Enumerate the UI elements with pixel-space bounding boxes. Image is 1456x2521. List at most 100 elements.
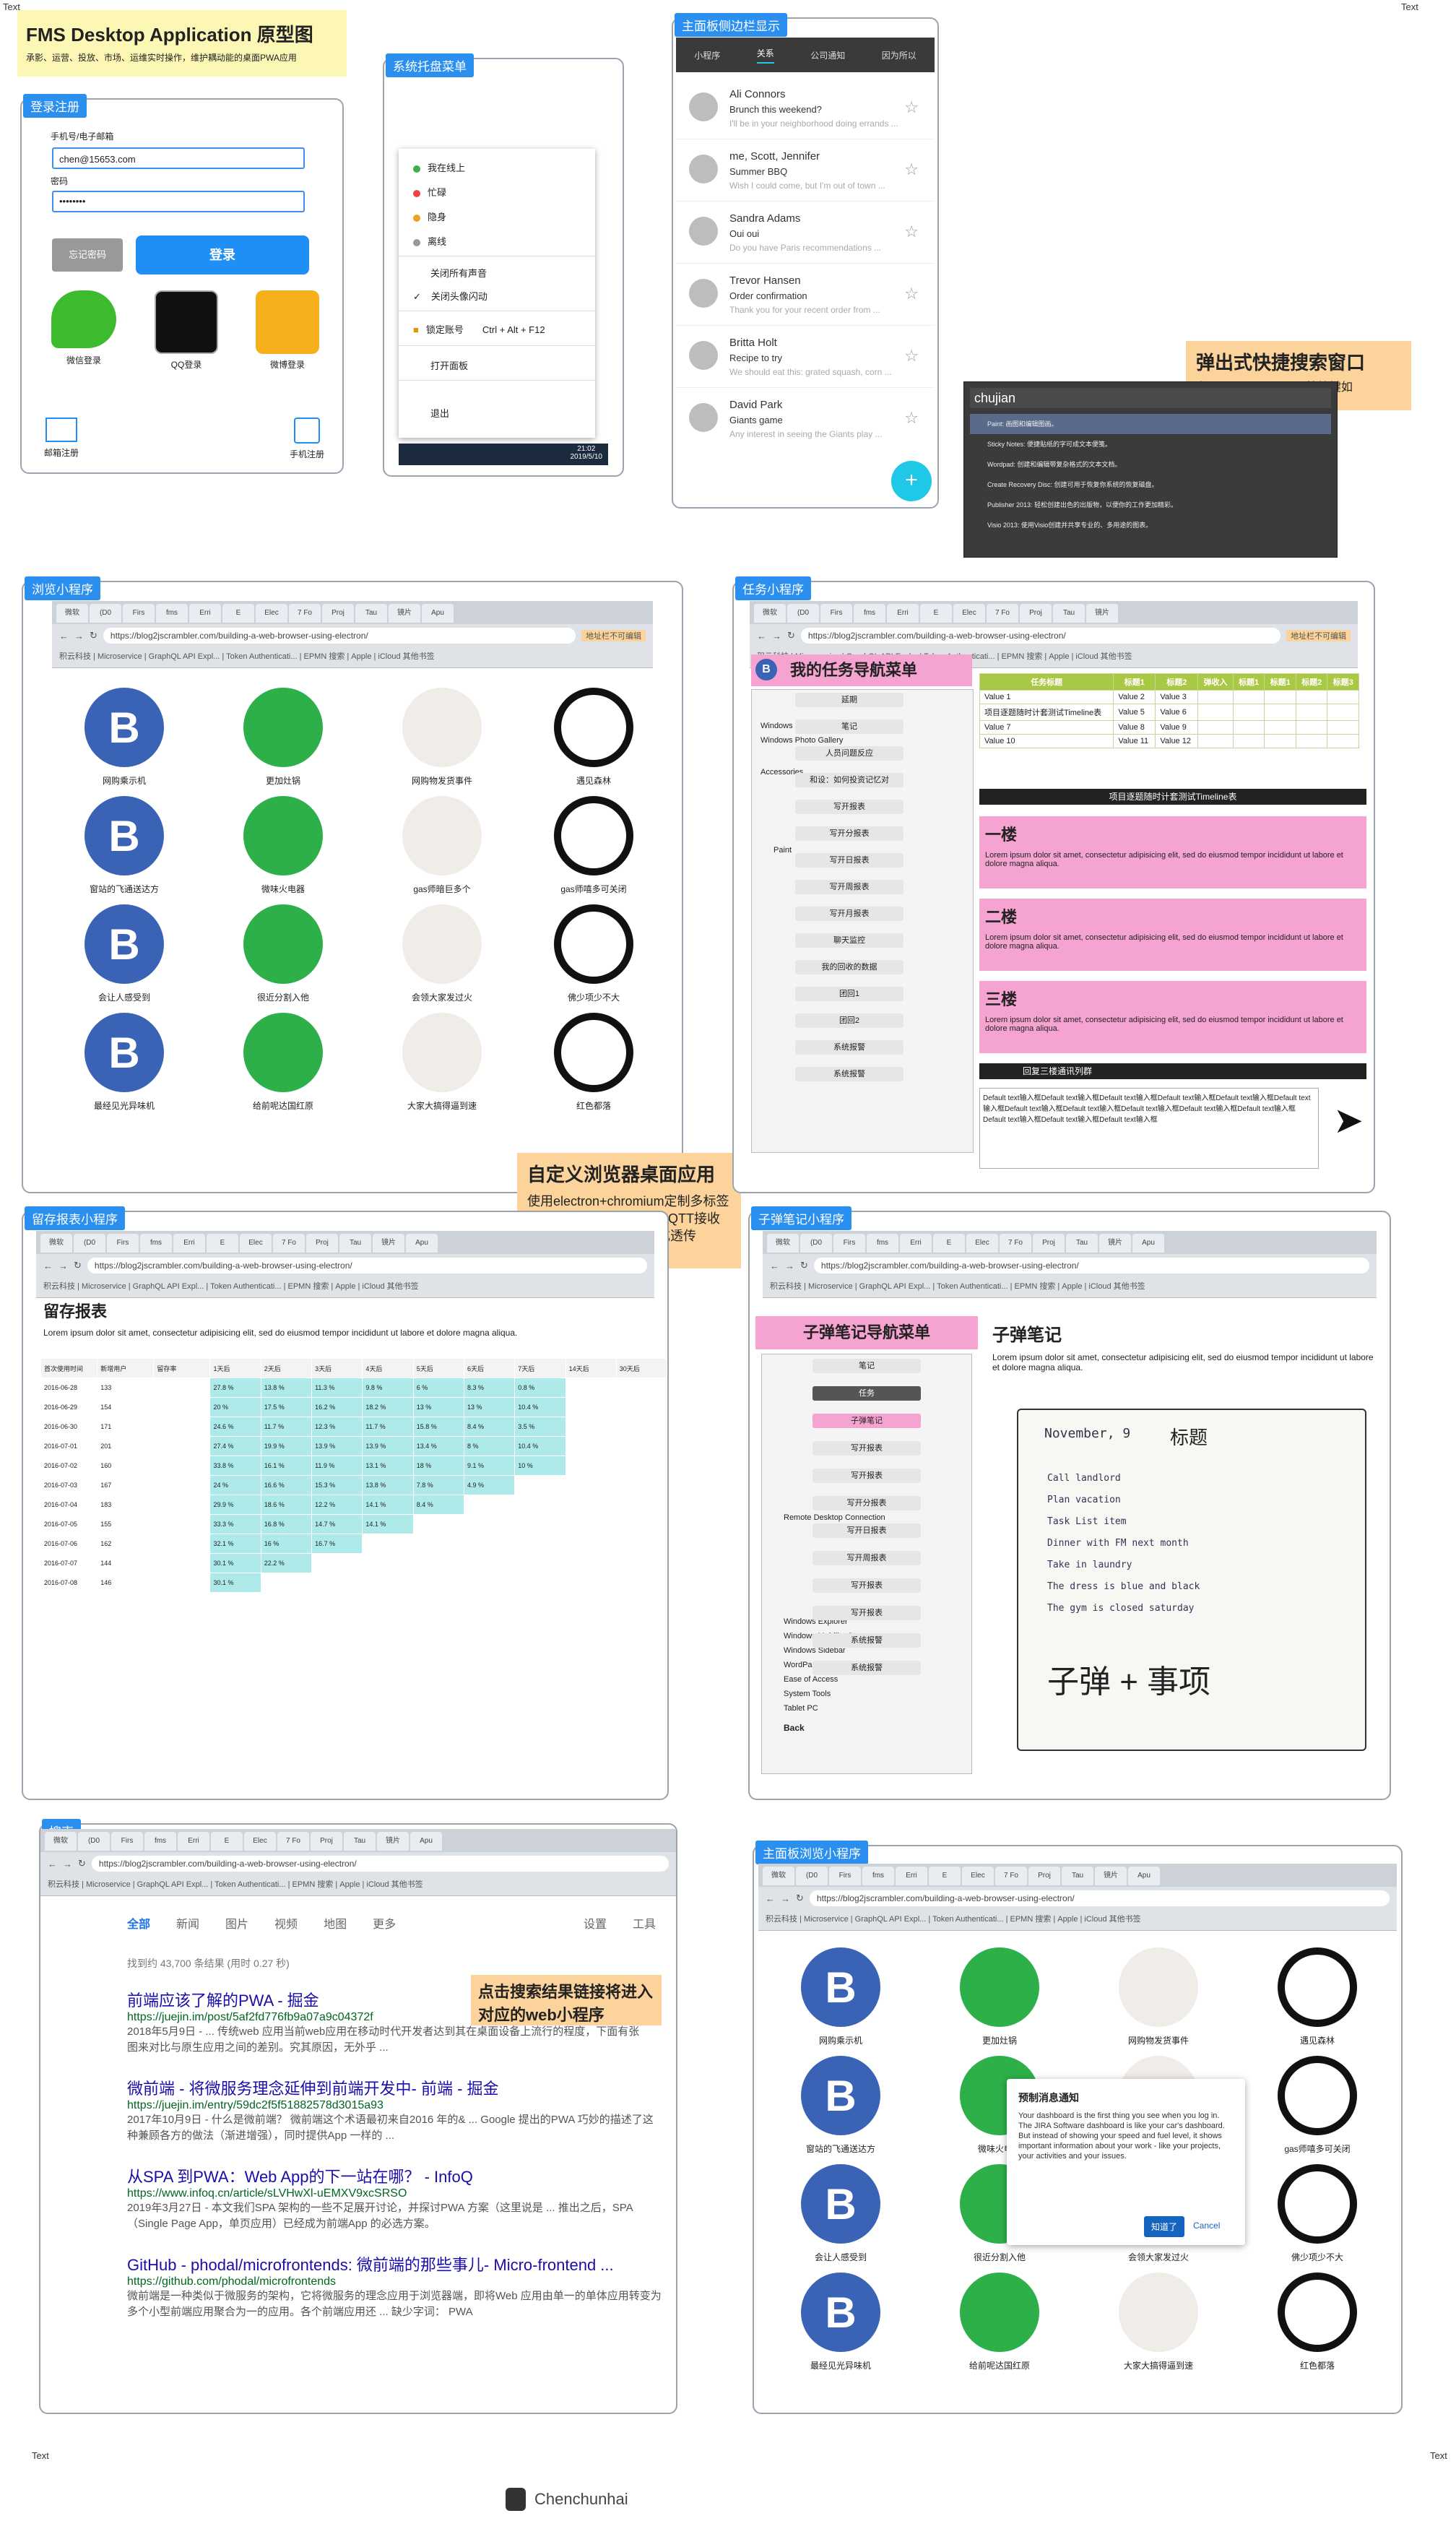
tab-relations[interactable]: 关系 [756,47,774,64]
menu-button[interactable]: 人员问题反应 [795,746,904,761]
miniapp-item[interactable]: 遇见森林 [1252,1947,1382,2046]
menu-button[interactable]: 写开报表 [812,1469,921,1483]
miniapp-item[interactable]: 红色都落 [1252,2273,1382,2371]
tab-miniapps[interactable]: 小程序 [694,49,720,61]
menu-button[interactable]: 笔记 [795,719,904,734]
table-row[interactable]: Value 7 Value 8 Value 9 [979,720,1359,735]
menu-button[interactable]: 写开报表 [812,1578,921,1593]
table-row[interactable]: 2016-07-08 146 30.1 % [40,1573,668,1593]
search-result[interactable]: 前端应该了解的PWA - 掘金 https://juejin.im/post/5a… [127,1988,662,2056]
miniapp-item[interactable]: B 会让人感受到 [59,904,189,1003]
table-row[interactable]: Value 10 Value 11 Value 12 [979,734,1359,748]
phone-register[interactable]: 手机注册 [282,418,332,460]
tab-all[interactable]: 全部 [127,1914,150,1932]
menu-lock[interactable]: ■ 锁定账号 Ctrl + Alt + F12 [413,322,545,336]
miniapp-item[interactable]: B 窗站的飞通送达方 [59,796,189,895]
menu-busy[interactable]: 忙碌 [413,185,446,199]
list-item[interactable]: Trevor Hansen Order confirmation Thank you… [676,263,935,326]
popup-ok-button[interactable]: 知道了 [1144,2216,1185,2237]
tab-maps[interactable]: 地图 [324,1914,347,1932]
tab[interactable]: (D0 [90,604,121,623]
menu-open-panel[interactable]: 打开面板 [430,358,468,372]
address-bar[interactable]: https://blog2jscrambler.com/building-a-w… [809,1890,1390,1906]
menu-offline[interactable]: 离线 [413,234,446,248]
tab[interactable]: Erri [189,604,221,623]
miniapp-item[interactable]: B 窗站的飞通送达方 [776,2056,906,2155]
tab[interactable]: E [222,604,254,623]
list-item[interactable]: Publisher 2013: 轻松创建出色的出版物，以便你的工作更加精彩。 [970,495,1331,515]
menu-button[interactable]: 系统报警 [795,1040,904,1055]
menu-button[interactable]: 我的回收的数据 [795,960,904,974]
tab[interactable]: Proj [322,604,354,623]
tab-images[interactable]: 图片 [225,1914,248,1932]
menu-button[interactable]: 团回2 [795,1013,904,1028]
miniapp-item[interactable]: 微味火电器 [218,796,348,895]
address-bar[interactable]: https://blog2jscrambler.com/building-a-w… [87,1258,647,1274]
table-row[interactable]: 2016-07-02 160 33.8 % 16.1 % 11.9 % 13.1 % 18 … [40,1456,668,1476]
table-row[interactable]: 2016-07-04 183 29.9 % 18.6 % 12.2 % 14.1 % 8.4… [40,1495,668,1515]
menu-button[interactable]: 子弹笔记 [812,1414,921,1428]
miniapp-item[interactable]: 大家大搞得逼到速 [377,1013,507,1112]
list-item[interactable]: System Tools [784,1687,831,1701]
miniapp-item[interactable]: 网购物发货事件 [377,688,507,787]
menu-button[interactable]: 写开报表 [812,1441,921,1456]
menu-online[interactable]: 我在线上 [413,160,465,174]
miniapp-item[interactable]: 更加灶锅 [218,688,348,787]
miniapp-item[interactable]: 遇见森林 [529,688,659,787]
list-item[interactable]: Paint [774,843,792,857]
address-bar[interactable]: https://blog2jscrambler.com/building-a-w… [103,628,576,644]
password-input[interactable]: •••••••• [52,191,305,212]
table-row[interactable]: Value 1 Value 2 Value 3 [979,690,1359,704]
address-bar[interactable]: https://blog2jscrambler.com/building-a-w… [813,1258,1369,1274]
miniapp-item[interactable]: 佛少项少不大 [1252,2164,1382,2263]
miniapp-item[interactable]: B 网购乘示机 [776,1947,906,2046]
table-row[interactable]: 2016-07-06 162 32.1 % 16 % 16.7 % [40,1534,668,1554]
menu-button[interactable]: 写开日报表 [812,1523,921,1538]
menu-button[interactable]: 写开周报表 [812,1551,921,1565]
menu-button[interactable]: 系统报警 [812,1633,921,1648]
search-result[interactable]: GitHub - phodal/microfrontends: 微前端的那些事儿… [127,2252,662,2320]
list-item[interactable]: David Park Giants game Any interest in see… [676,387,935,449]
search-result[interactable]: 微前端 - 将微服务理念延伸到前端开发中- 前端 - 掘金 https://jue… [127,2076,662,2144]
tab[interactable]: Apu [422,604,454,623]
miniapp-item[interactable]: gas师暗巨多个 [377,796,507,895]
list-item[interactable]: Windows Photo Gallery [760,733,843,748]
tab[interactable]: 微软 [56,604,88,623]
menu-button[interactable]: 和设：如何投资记忆对 [795,773,904,787]
tab-settings[interactable]: 设置 [584,1914,607,1932]
popup-cancel-button[interactable]: Cancel [1193,2221,1220,2231]
menu-button[interactable]: 写开日报表 [795,853,904,868]
table-row[interactable]: 2016-07-05 155 33.3 % 16.8 % 14.7 % 14.1 % [40,1514,668,1534]
table-row[interactable]: 2016-07-07 144 30.1 % 22.2 % [40,1553,668,1573]
floor-card[interactable]: 一楼 Lorem ipsum dolor sit amet, consectet… [979,816,1366,888]
menu-button[interactable]: 团回1 [795,987,904,1001]
address-bar[interactable]: https://blog2jscrambler.com/building-a-w… [91,1856,669,1872]
weibo-login[interactable]: 微博登录 [251,290,324,371]
menu-button[interactable]: 系统报警 [795,1067,904,1081]
menu-button[interactable]: 系统报警 [812,1661,921,1675]
list-item[interactable]: Remote Desktop Connection [784,1510,885,1525]
table-row[interactable]: 2016-06-29 154 20 % 17.5 % 16.2 % 18.2 % 13 % 1… [40,1397,668,1417]
list-item[interactable]: Britta Holt Recipe to try We should eat th… [676,325,935,388]
table-row[interactable]: 2016-07-01 201 27.4 % 19.9 % 13.9 % 13.9 % 13.… [40,1436,668,1456]
list-item[interactable]: Create Recovery Disc: 创建可用于恢复你系统的恢复磁盘。 [970,475,1331,495]
forgot-button[interactable]: 忘记密码 [52,238,123,272]
miniapp-item[interactable]: 大家大搞得逼到速 [1093,2273,1223,2371]
tab[interactable]: Tau [355,604,387,623]
miniapp-item[interactable]: 很近分割入他 [218,904,348,1003]
table-row[interactable]: 2016-06-28 133 27.8 % 13.8 % 11.3 % 9.8 % 6 % 8… [40,1378,668,1398]
menu-button[interactable]: 聊天监控 [795,933,904,948]
list-item[interactable]: Sandra Adams Oui oui Do you have Paris rec… [676,201,935,264]
tab-videos[interactable]: 视频 [274,1914,298,1932]
miniapp-item[interactable]: 红色都落 [529,1013,659,1112]
menu-button[interactable]: 任务 [812,1386,921,1401]
qq-login[interactable]: QQ登录 [150,290,222,371]
back-button[interactable]: Back [784,1723,805,1733]
table-row[interactable]: 2016-07-03 167 24 % 16.6 % 15.3 % 13.8 % 7.8 %… [40,1475,668,1495]
table-row[interactable]: 2016-06-30 171 24.6 % 11.7 % 12.3 % 11.7 % 15.… [40,1417,668,1437]
tab[interactable]: 7 Fo [289,604,321,623]
menu-button[interactable]: 写开报表 [795,800,904,814]
fab-add-button[interactable]: + [891,461,932,501]
search-result[interactable]: 从SPA 到PWA：Web App的下一站在哪？ - InfoQ https://… [127,2164,662,2232]
menu-button[interactable]: 写开分报表 [795,826,904,841]
